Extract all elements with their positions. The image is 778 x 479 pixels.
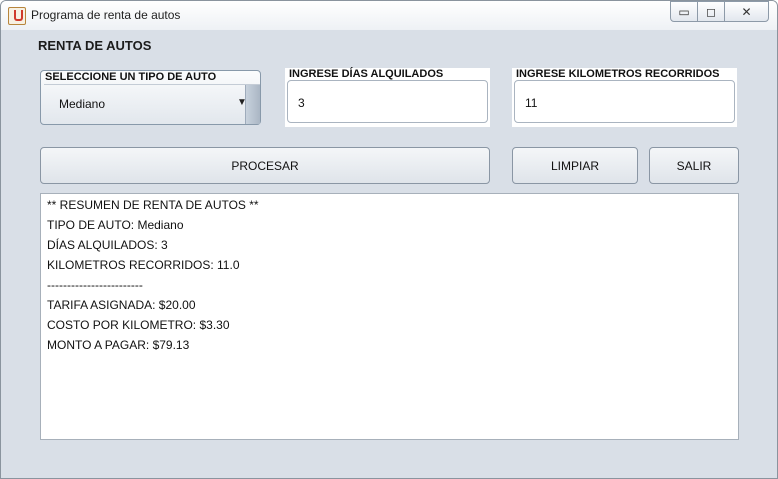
summary-line: ------------------------ [47,278,143,292]
maximize-button[interactable]: ◻ [697,1,725,22]
km-value: 11 [525,96,538,110]
minimize-icon: ▭ [678,4,690,19]
car-type-selected-value: Mediano [59,97,106,111]
restore-icon: ◻ [706,4,716,19]
exit-button[interactable]: SALIR [649,147,739,184]
km-input[interactable]: 11 [514,80,735,123]
close-button[interactable]: ✕ [724,1,769,22]
clear-button[interactable]: LIMPIAR [512,147,638,184]
process-button[interactable]: PROCESAR [40,147,490,184]
summary-line: TARIFA ASIGNADA: $20.00 [47,298,196,312]
summary-line: COSTO POR KILOMETRO: $3.30 [47,318,230,332]
title-bar: Programa de renta de autos ▭ ◻ ✕ [1,1,777,30]
car-type-label: SELECCIONE UN TIPO DE AUTO [45,71,217,83]
main-panel: RENTA DE AUTOS SELECCIONE UN TIPO DE AUT… [9,30,771,473]
summary-line: ** RESUMEN DE RENTA DE AUTOS ** [47,198,259,212]
window-controls: ▭ ◻ ✕ [670,1,769,22]
km-label: INGRESE KILOMETROS RECORRIDOS [516,68,720,80]
car-type-combobox[interactable]: Mediano ▼ [44,84,260,124]
days-input[interactable]: 3 [287,80,488,123]
days-group: INGRESE DÍAS ALQUILADOS 3 [285,68,490,127]
summary-line: TIPO DE AUTO: Mediano [47,218,184,232]
summary-line: MONTO A PAGAR: $79.13 [47,338,190,352]
car-type-select[interactable]: SELECCIONE UN TIPO DE AUTO Mediano ▼ [40,70,261,125]
app-window: Programa de renta de autos ▭ ◻ ✕ RENTA D… [0,0,778,479]
minimize-button[interactable]: ▭ [670,1,698,22]
java-app-icon [8,7,26,25]
days-value: 3 [298,96,305,110]
panel-title: RENTA DE AUTOS [38,38,152,53]
days-label: INGRESE DÍAS ALQUILADOS [289,68,444,80]
combobox-scroll-handle [245,85,260,124]
summary-line: KILOMETROS RECORRIDOS: 11.0 [47,258,240,272]
close-icon: ✕ [741,4,752,19]
window-title: Programa de renta de autos [31,8,181,22]
km-group: INGRESE KILOMETROS RECORRIDOS 11 [512,68,737,127]
summary-line: DÍAS ALQUILADOS: 3 [47,238,168,252]
summary-textarea[interactable]: ** RESUMEN DE RENTA DE AUTOS ** TIPO DE … [40,193,739,440]
